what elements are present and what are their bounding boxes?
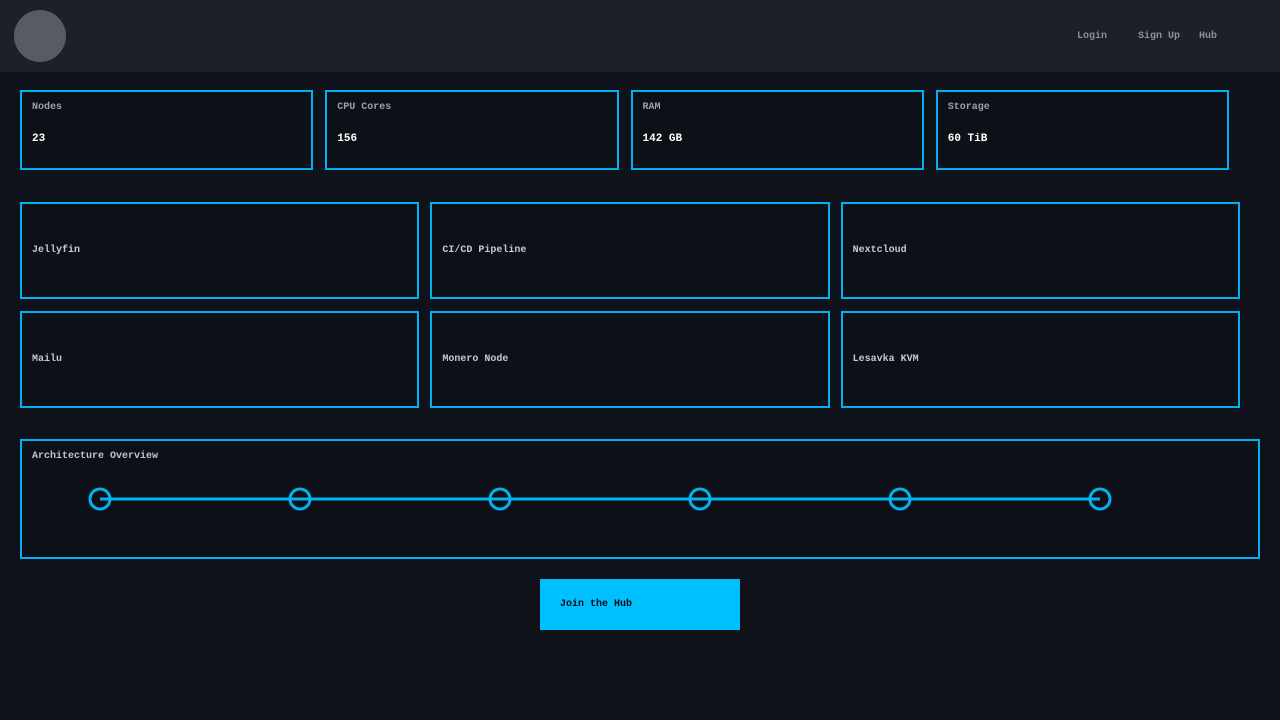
stat-card-nodes: Nodes 23 (20, 90, 313, 170)
service-card-mailu[interactable]: Mailu (20, 311, 419, 408)
stat-label: Storage (948, 102, 1217, 114)
stat-label: RAM (643, 102, 912, 114)
service-card-cicd-pipeline[interactable]: CI/CD Pipeline (430, 202, 829, 299)
architecture-overview-card: Architecture Overview (20, 439, 1260, 559)
nav-link-login[interactable]: Login (1077, 31, 1107, 42)
service-title: Nextcloud (853, 245, 907, 256)
service-title: Lesavka KVM (853, 354, 919, 365)
avatar[interactable] (14, 10, 66, 62)
service-card-monero-node[interactable]: Monero Node (430, 311, 829, 408)
stats-row: Nodes 23 CPU Cores 156 RAM 142 GB Storag… (20, 90, 1229, 170)
stat-label: CPU Cores (337, 102, 606, 114)
service-card-nextcloud[interactable]: Nextcloud (841, 202, 1240, 299)
stat-card-storage: Storage 60 TiB (936, 90, 1229, 170)
top-nav: Login Sign Up Hub (0, 0, 1280, 72)
service-title: CI/CD Pipeline (442, 245, 526, 256)
nav-link-sign-up[interactable]: Sign Up (1138, 31, 1180, 42)
service-card-jellyfin[interactable]: Jellyfin (20, 202, 419, 299)
nav-link-hub[interactable]: Hub (1199, 31, 1217, 42)
stat-label: Nodes (32, 102, 301, 114)
service-title: Jellyfin (32, 245, 80, 256)
join-hub-button[interactable]: Join the Hub (540, 579, 740, 630)
stat-card-cpu-cores: CPU Cores 156 (325, 90, 618, 170)
stat-value: 156 (337, 133, 606, 145)
service-title: Monero Node (442, 354, 508, 365)
stat-card-ram: RAM 142 GB (631, 90, 924, 170)
stat-value: 23 (32, 133, 301, 145)
service-title: Mailu (32, 354, 62, 365)
stat-value: 60 TiB (948, 133, 1217, 145)
nav-links: Login Sign Up Hub (1077, 31, 1217, 42)
stat-value: 142 GB (643, 133, 912, 145)
architecture-diagram (22, 441, 1258, 557)
service-card-lesavka-kvm[interactable]: Lesavka KVM (841, 311, 1240, 408)
services-grid: Jellyfin CI/CD Pipeline Nextcloud Mailu … (20, 202, 1240, 408)
